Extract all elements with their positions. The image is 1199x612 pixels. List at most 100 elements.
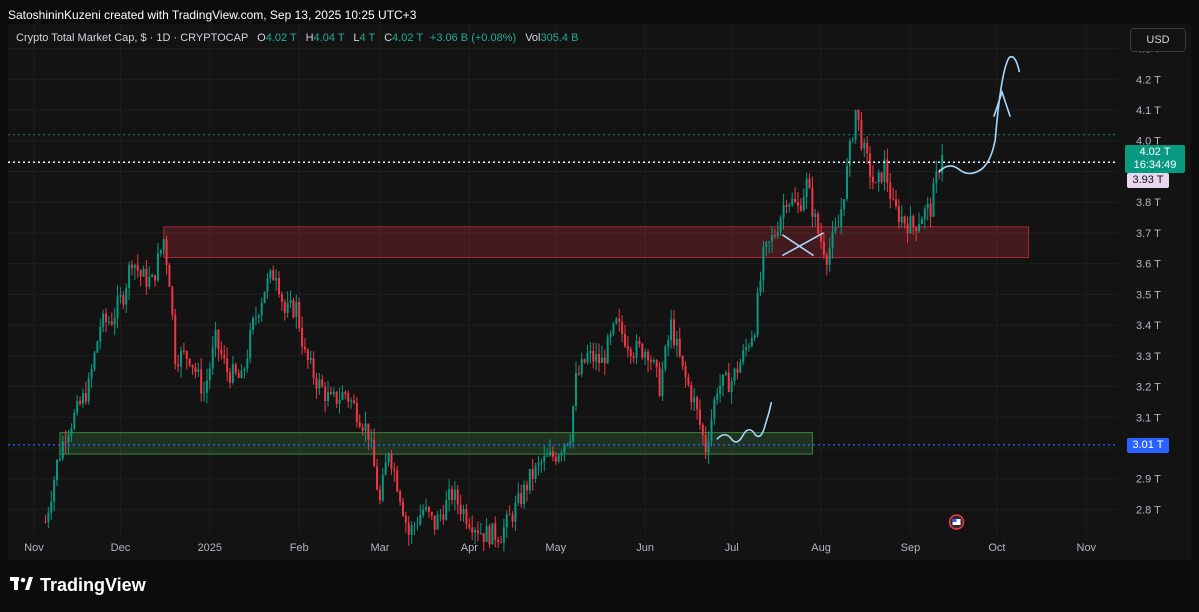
candle-body xyxy=(433,515,436,530)
chart-area[interactable]: 2.8 T2.9 T3.0 T3.1 T3.2 T3.3 T3.4 T3.5 T… xyxy=(8,24,1191,560)
brand[interactable]: TradingView xyxy=(10,575,146,596)
candle-body xyxy=(701,424,704,436)
candle-body xyxy=(61,441,64,459)
candle-body xyxy=(439,514,442,516)
candle-body xyxy=(260,302,263,316)
candle-body xyxy=(148,277,151,287)
candle-body xyxy=(79,400,82,404)
candle-body xyxy=(58,458,61,460)
candle-body xyxy=(44,521,47,523)
candle-body xyxy=(226,358,229,373)
candle-body xyxy=(932,183,935,217)
candle-body xyxy=(929,203,932,217)
candle-body xyxy=(263,291,266,303)
candle-body xyxy=(70,428,73,436)
candle-body xyxy=(53,479,56,502)
candle-body xyxy=(110,321,113,325)
candle-body xyxy=(869,153,872,177)
support-zone xyxy=(59,432,813,455)
x-tick-label: Jun xyxy=(636,542,654,554)
candle-body xyxy=(252,317,255,331)
candle-body xyxy=(390,453,393,470)
candle-body xyxy=(116,296,119,318)
candle-body xyxy=(223,354,226,359)
candle-body xyxy=(730,381,733,393)
candle-body xyxy=(592,350,595,362)
candle-body xyxy=(906,223,909,234)
candle-body xyxy=(799,205,802,211)
candle-body xyxy=(895,199,897,207)
candle-body xyxy=(234,364,237,373)
bar-countdown: 16:34:49 xyxy=(1133,159,1177,171)
candle-body xyxy=(456,489,459,505)
candle-body xyxy=(324,386,327,401)
candle-body xyxy=(191,364,194,368)
candle-body xyxy=(508,514,511,516)
candle-body xyxy=(309,358,312,361)
chart-legend: Crypto Total Market Cap, $ · 1D · CRYPTO… xyxy=(16,32,578,44)
candle-body xyxy=(373,439,376,467)
candle-body xyxy=(154,274,157,281)
candle-body xyxy=(347,393,350,402)
legend-close-value: 4.02 T xyxy=(392,32,423,44)
candle-body xyxy=(647,351,650,361)
candle-body xyxy=(459,504,462,515)
candle-body xyxy=(485,526,488,542)
candle-body xyxy=(200,369,203,394)
candle-body xyxy=(130,264,133,269)
candle-body xyxy=(436,514,439,530)
x-tick-label: Nov xyxy=(24,542,44,554)
candle-body xyxy=(549,451,552,456)
candle-body xyxy=(557,455,560,462)
candle-body xyxy=(756,292,759,336)
candle-body xyxy=(880,172,883,183)
candle-body xyxy=(722,374,725,386)
candle-body xyxy=(159,249,162,254)
candle-body xyxy=(451,489,453,500)
candle-body xyxy=(465,509,468,525)
candle-body xyxy=(831,231,834,248)
candle-body xyxy=(920,218,923,225)
candle-body xyxy=(240,370,243,378)
candle-body xyxy=(404,515,407,523)
candle-body xyxy=(580,359,583,375)
candle-body xyxy=(788,204,791,207)
legend-change-value: +3.06 B (+0.08%) xyxy=(429,32,517,44)
legend-symbol[interactable]: Crypto Total Market Cap, $ · 1D · CRYPTO… xyxy=(16,32,248,44)
candle-body xyxy=(874,182,877,184)
candle-body xyxy=(67,435,70,443)
candle-body xyxy=(448,489,451,500)
legend-open-label: O xyxy=(257,32,266,44)
currency-button[interactable]: USD xyxy=(1130,28,1186,52)
candle-body xyxy=(897,206,900,223)
candle-body xyxy=(626,346,629,350)
candle-body xyxy=(791,198,794,205)
candle-body xyxy=(600,357,603,363)
tradingview-logo-icon xyxy=(10,575,34,596)
candle-body xyxy=(698,409,701,425)
support-line-price-tag: 3.01 T xyxy=(1127,438,1169,453)
candle-body xyxy=(860,120,863,149)
candle-body xyxy=(462,509,465,515)
y-tick-label: 4.1 T xyxy=(1136,105,1161,117)
candle-body xyxy=(684,365,687,378)
candle-body xyxy=(554,456,557,462)
candle-body xyxy=(915,227,918,232)
candle-body xyxy=(886,159,889,183)
candle-body xyxy=(502,527,505,543)
candle-body xyxy=(468,524,471,528)
y-tick-label: 3.3 T xyxy=(1136,351,1161,363)
candlestick-chart[interactable]: 2.8 T2.9 T3.0 T3.1 T3.2 T3.3 T3.4 T3.5 T… xyxy=(8,24,1191,560)
candle-body xyxy=(794,198,797,203)
candle-body xyxy=(586,352,589,363)
candle-body xyxy=(47,512,50,522)
candle-body xyxy=(782,204,785,218)
candle-body xyxy=(151,274,154,278)
candle-body xyxy=(275,277,278,281)
candle-body xyxy=(168,264,171,287)
candle-body xyxy=(410,525,413,535)
dotted-line-price-tag: 3.93 T xyxy=(1127,173,1169,188)
candle-body xyxy=(93,352,96,369)
candle-body xyxy=(520,493,523,505)
candle-body xyxy=(750,337,753,347)
